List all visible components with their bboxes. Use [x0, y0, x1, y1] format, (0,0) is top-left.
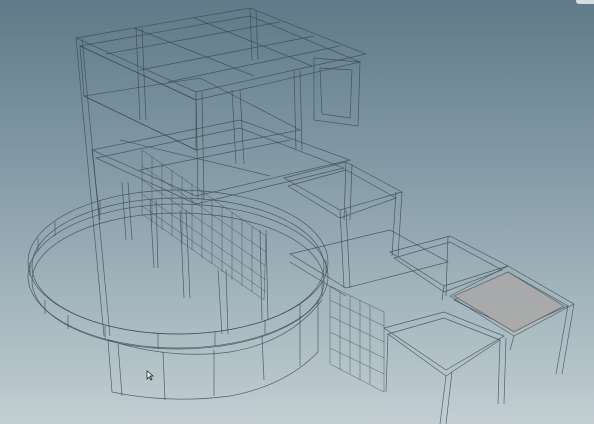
wireframe-model[interactable]	[0, 0, 594, 424]
lower-curved-wall	[107, 299, 323, 401]
right-extension	[383, 235, 575, 424]
selected-face[interactable]	[453, 271, 565, 333]
circular-platform	[27, 189, 329, 350]
3d-viewport[interactable]	[0, 0, 594, 424]
window-lattice	[141, 149, 267, 301]
viewport-corner-handle[interactable]	[576, 0, 594, 4]
main-tower	[74, 7, 368, 337]
front-lattice-panel	[329, 285, 385, 393]
mouse-pointer-icon	[146, 370, 155, 381]
bridge-corridor	[283, 161, 449, 297]
